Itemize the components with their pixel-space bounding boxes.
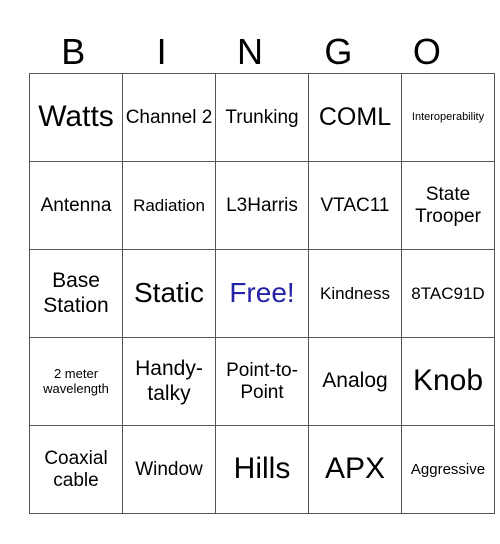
bingo-cell[interactable]: 2 meter wavelength xyxy=(29,337,123,426)
bingo-cell[interactable]: COML xyxy=(308,73,402,162)
bingo-cell[interactable]: Antenna xyxy=(29,161,123,250)
bingo-cell[interactable]: Channel 2 xyxy=(122,73,216,162)
bingo-cell[interactable]: Kindness xyxy=(308,249,402,338)
bingo-cell[interactable]: Coaxial cable xyxy=(29,425,123,514)
bingo-cell[interactable]: Aggressive xyxy=(401,425,495,514)
header-letter-g: G xyxy=(324,31,353,72)
bingo-cell[interactable]: VTAC11 xyxy=(308,161,402,250)
free-space-cell[interactable]: Free! xyxy=(215,249,309,338)
bingo-cell[interactable]: Trunking xyxy=(215,73,309,162)
bingo-cell[interactable]: Static xyxy=(122,249,216,338)
bingo-header: B I N G O xyxy=(29,30,471,73)
bingo-cell[interactable]: Window xyxy=(122,425,216,514)
bingo-cell[interactable]: L3Harris xyxy=(215,161,309,250)
bingo-cell[interactable]: 8TAC91D xyxy=(401,249,495,338)
bingo-cell[interactable]: Analog xyxy=(308,337,402,426)
bingo-cell[interactable]: Watts xyxy=(29,73,123,162)
bingo-card: Watts Channel 2 Trunking COML Interoperabili… xyxy=(29,73,495,514)
bingo-cell[interactable]: Point-to-Point xyxy=(215,337,309,426)
bingo-row: Base Station Static Free! Kindness 8TAC91D xyxy=(29,249,495,338)
header-letter-i: I xyxy=(156,31,167,72)
header-letter-n: N xyxy=(237,31,264,72)
bingo-cell[interactable]: Radiation xyxy=(122,161,216,250)
header-letter-b: B xyxy=(61,31,86,72)
bingo-cell[interactable]: State Trooper xyxy=(401,161,495,250)
bingo-row: Coaxial cable Window Hills APX Aggressive xyxy=(29,425,495,514)
bingo-cell[interactable]: Handy-talky xyxy=(122,337,216,426)
bingo-cell[interactable]: Base Station xyxy=(29,249,123,338)
bingo-cell[interactable]: Interoperability xyxy=(401,73,495,162)
bingo-cell[interactable]: Hills xyxy=(215,425,309,514)
bingo-cell[interactable]: APX xyxy=(308,425,402,514)
header-letter-o: O xyxy=(412,31,441,72)
bingo-row: 2 meter wavelength Handy-talky Point-to-Po… xyxy=(29,337,495,426)
bingo-cell[interactable]: Knob xyxy=(401,337,495,426)
bingo-row: Antenna Radiation L3Harris VTAC11 State Troo… xyxy=(29,161,495,250)
bingo-row: Watts Channel 2 Trunking COML Interoperabili… xyxy=(29,73,495,162)
